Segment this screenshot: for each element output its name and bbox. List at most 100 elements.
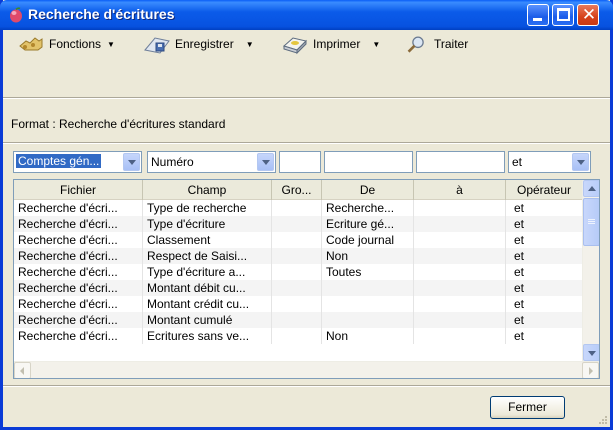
group-input[interactable] [279,151,321,173]
cell-a[interactable] [414,248,506,264]
horizontal-scrollbar[interactable] [14,361,599,378]
column-header-fichier[interactable]: Fichier [14,180,143,200]
cell-champ[interactable]: Respect de Saisi... [143,248,272,264]
cell-champ[interactable]: Type de recherche [143,200,272,216]
cell-de[interactable] [322,280,414,296]
table-row[interactable]: Recherche d'écri... Montant crédit cu... e… [14,296,582,312]
maximize-button[interactable] [552,4,574,26]
chevron-down-icon[interactable] [123,153,140,171]
scroll-left-button[interactable] [14,362,31,378]
cell-fichier[interactable]: Recherche d'écri... [14,328,143,344]
table-row[interactable]: Recherche d'écri... Type d'écriture a... T… [14,264,582,280]
cell-champ[interactable]: Montant cumulé [143,312,272,328]
cell-fichier[interactable]: Recherche d'écri... [14,280,143,296]
filter-row: Comptes gén... Numéro et [13,151,600,173]
cell-groupe[interactable] [272,216,322,232]
cell-champ[interactable]: Montant crédit cu... [143,296,272,312]
table-row[interactable]: Recherche d'écri... Montant débit cu... et [14,280,582,296]
enregistrer-menu-button[interactable]: Enregistrer ▼ [143,32,254,56]
operator-select[interactable]: et [508,151,591,173]
from-input[interactable] [324,151,413,173]
cell-groupe[interactable] [272,264,322,280]
table-row[interactable]: Recherche d'écri... Type de recherche Rech… [14,200,582,216]
chevron-down-icon[interactable] [572,153,589,171]
cell-groupe[interactable] [272,280,322,296]
traiter-button[interactable]: Traiter [406,32,468,56]
cell-fichier[interactable]: Recherche d'écri... [14,248,143,264]
to-input[interactable] [416,151,505,173]
chevron-down-icon[interactable] [257,153,274,171]
column-header-groupe[interactable]: Gro... [272,180,322,200]
cell-fichier[interactable]: Recherche d'écri... [14,232,143,248]
column-header-operateur[interactable]: Opérateur [506,180,582,200]
title-bar[interactable]: Recherche d'écritures ✕ [0,0,613,30]
column-header-a[interactable]: à [414,180,506,200]
cell-a[interactable] [414,232,506,248]
cell-champ[interactable]: Type d'écriture [143,216,272,232]
cell-operateur[interactable]: et [506,328,582,344]
cell-a[interactable] [414,216,506,232]
cell-fichier[interactable]: Recherche d'écri... [14,200,143,216]
criteria-table[interactable]: Fichier Champ Gro... De à Opérateur Rech… [13,179,600,379]
table-row[interactable]: Recherche d'écri... Type d'écriture Ecritu… [14,216,582,232]
cell-de[interactable] [322,312,414,328]
cell-groupe[interactable] [272,296,322,312]
table-row[interactable]: Recherche d'écri... Classement Code journa… [14,232,582,248]
minimize-icon [533,18,542,21]
cell-groupe[interactable] [272,248,322,264]
close-window-button[interactable]: ✕ [577,4,599,26]
cell-operateur[interactable]: et [506,248,582,264]
table-row[interactable]: Recherche d'écri... Montant cumulé et [14,312,582,328]
cell-groupe[interactable] [272,200,322,216]
cell-champ[interactable]: Ecritures sans ve... [143,328,272,344]
cell-operateur[interactable]: et [506,312,582,328]
fonctions-menu-button[interactable]: Fonctions ▼ [17,32,115,56]
cell-champ[interactable]: Type d'écriture a... [143,264,272,280]
cell-champ[interactable]: Montant débit cu... [143,280,272,296]
cell-de[interactable] [322,296,414,312]
table-row[interactable]: Recherche d'écri... Respect de Saisi... No… [14,248,582,264]
file-select[interactable]: Comptes gén... [13,151,142,173]
cell-de[interactable]: Non [322,328,414,344]
cell-de[interactable]: Toutes [322,264,414,280]
cell-operateur[interactable]: et [506,296,582,312]
field-select[interactable]: Numéro [147,151,276,173]
cell-fichier[interactable]: Recherche d'écri... [14,216,143,232]
cell-de[interactable]: Non [322,248,414,264]
table-row[interactable]: Recherche d'écri... Ecritures sans ve... N… [14,328,582,344]
scroll-up-button[interactable] [583,180,599,197]
cell-groupe[interactable] [272,328,322,344]
cell-a[interactable] [414,328,506,344]
cell-groupe[interactable] [272,232,322,248]
cell-a[interactable] [414,264,506,280]
cell-de[interactable]: Recherche... [322,200,414,216]
column-header-de[interactable]: De [322,180,414,200]
cell-a[interactable] [414,312,506,328]
scroll-right-button[interactable] [582,362,599,378]
cell-a[interactable] [414,200,506,216]
cell-a[interactable] [414,296,506,312]
cell-operateur[interactable]: et [506,264,582,280]
cell-operateur[interactable]: et [506,200,582,216]
fermer-button[interactable]: Fermer [490,396,565,419]
chevron-down-icon: ▼ [372,39,381,49]
imprimer-menu-button[interactable]: Imprimer ▼ [281,32,380,56]
resize-grip-icon[interactable] [598,415,608,425]
cell-fichier[interactable]: Recherche d'écri... [14,296,143,312]
cell-groupe[interactable] [272,312,322,328]
cell-de[interactable]: Ecriture gé... [322,216,414,232]
cell-operateur[interactable]: et [506,216,582,232]
cell-fichier[interactable]: Recherche d'écri... [14,264,143,280]
cell-de[interactable]: Code journal [322,232,414,248]
cell-champ[interactable]: Classement [143,232,272,248]
scroll-thumb[interactable] [583,198,599,246]
cell-operateur[interactable]: et [506,232,582,248]
separator [3,98,610,99]
minimize-button[interactable] [527,4,549,26]
scroll-down-button[interactable] [583,344,599,361]
column-header-champ[interactable]: Champ [143,180,272,200]
vertical-scrollbar[interactable] [582,180,599,362]
cell-a[interactable] [414,280,506,296]
cell-fichier[interactable]: Recherche d'écri... [14,312,143,328]
cell-operateur[interactable]: et [506,280,582,296]
